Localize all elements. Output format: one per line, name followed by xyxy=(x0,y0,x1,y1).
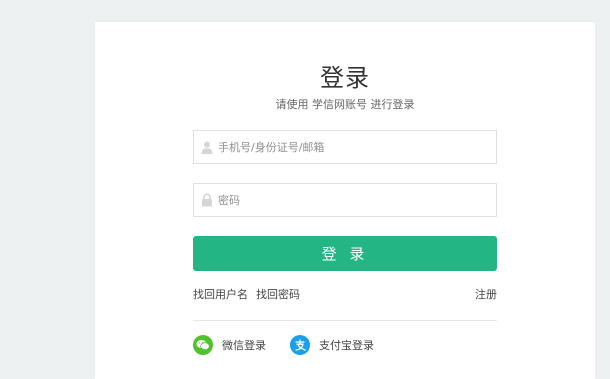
username-field[interactable] xyxy=(193,130,497,164)
login-button[interactable]: 登 录 xyxy=(193,236,497,271)
wechat-icon xyxy=(193,335,213,355)
lock-icon xyxy=(200,193,214,207)
login-subtitle: 请使用 学信网账号 进行登录 xyxy=(275,98,415,111)
forgot-password-link[interactable]: 找回密码 xyxy=(256,288,300,301)
wechat-login-label: 微信登录 xyxy=(222,339,266,352)
alipay-login-button[interactable]: 支付宝登录 xyxy=(290,335,374,355)
login-card: 登录 请使用 学信网账号 进行登录 登 录 找回用户名找回密码 xyxy=(95,22,595,379)
register-links: 注册 xyxy=(475,286,497,302)
divider xyxy=(193,320,497,321)
password-input[interactable] xyxy=(218,184,488,216)
page-background: 登录 请使用 学信网账号 进行登录 登 录 找回用户名找回密码 xyxy=(0,0,610,379)
page-title: 登录 xyxy=(320,64,370,92)
register-link[interactable]: 注册 xyxy=(475,288,497,301)
alipay-login-label: 支付宝登录 xyxy=(319,339,374,352)
alipay-icon xyxy=(290,335,310,355)
wechat-login-button[interactable]: 微信登录 xyxy=(193,335,266,355)
username-input[interactable] xyxy=(218,131,488,163)
user-icon xyxy=(200,140,214,154)
forgot-username-link[interactable]: 找回用户名 xyxy=(193,288,248,301)
password-field[interactable] xyxy=(193,183,497,217)
recovery-links: 找回用户名 找回密码 xyxy=(193,286,300,302)
